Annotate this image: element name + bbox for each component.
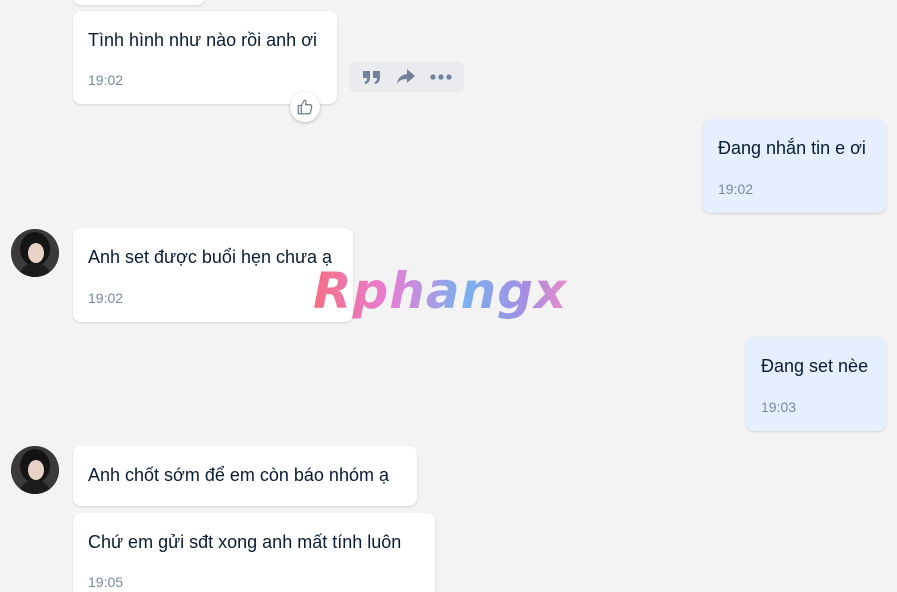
message-time: 19:02 (718, 181, 754, 197)
forward-icon (397, 69, 416, 84)
message-time: 19:03 (761, 399, 797, 415)
sent-message-bubble[interactable]: Đang nhắn tin e ơi 19:02 (703, 119, 886, 213)
previous-message-bubble-edge (73, 0, 205, 5)
thumbs-up-icon (297, 99, 313, 115)
message-text: Đang set nèe (761, 356, 869, 376)
message-text: Anh set được buổi hẹn chưa ạ (88, 247, 333, 267)
forward-button[interactable] (392, 65, 420, 89)
received-message-bubble[interactable]: Tình hình như nào rồi anh ơi 19:02 (73, 11, 337, 104)
received-message-bubble[interactable]: Anh chốt sớm để em còn báo nhóm ạ (73, 446, 417, 506)
message-text: Chứ em gửi sđt xong anh mất tính luôn (88, 532, 402, 552)
sent-message-bubble[interactable]: Đang set nèe 19:03 (746, 337, 886, 431)
like-reaction-button[interactable] (290, 92, 320, 122)
contact-avatar[interactable] (11, 446, 59, 494)
avatar-photo-icon (11, 446, 59, 494)
received-message-bubble[interactable]: Anh set được buổi hẹn chưa ạ 19:02 (73, 228, 353, 322)
message-text: Đang nhắn tin e ơi (718, 138, 866, 158)
received-message-bubble[interactable]: Chứ em gửi sđt xong anh mất tính luôn 19… (73, 513, 435, 592)
message-text: Anh chốt sớm để em còn báo nhóm ạ (88, 465, 389, 485)
message-time: 19:05 (88, 574, 124, 590)
message-hover-actions (349, 62, 464, 92)
quote-icon (363, 71, 381, 84)
more-options-button[interactable] (427, 65, 455, 89)
avatar-photo-icon (11, 229, 59, 277)
contact-avatar[interactable] (11, 229, 59, 277)
more-icon (430, 74, 452, 80)
message-time: 19:02 (88, 290, 124, 306)
quote-button[interactable] (358, 65, 386, 89)
message-text: Tình hình như nào rồi anh ơi (88, 30, 317, 50)
message-time: 19:02 (88, 72, 124, 88)
